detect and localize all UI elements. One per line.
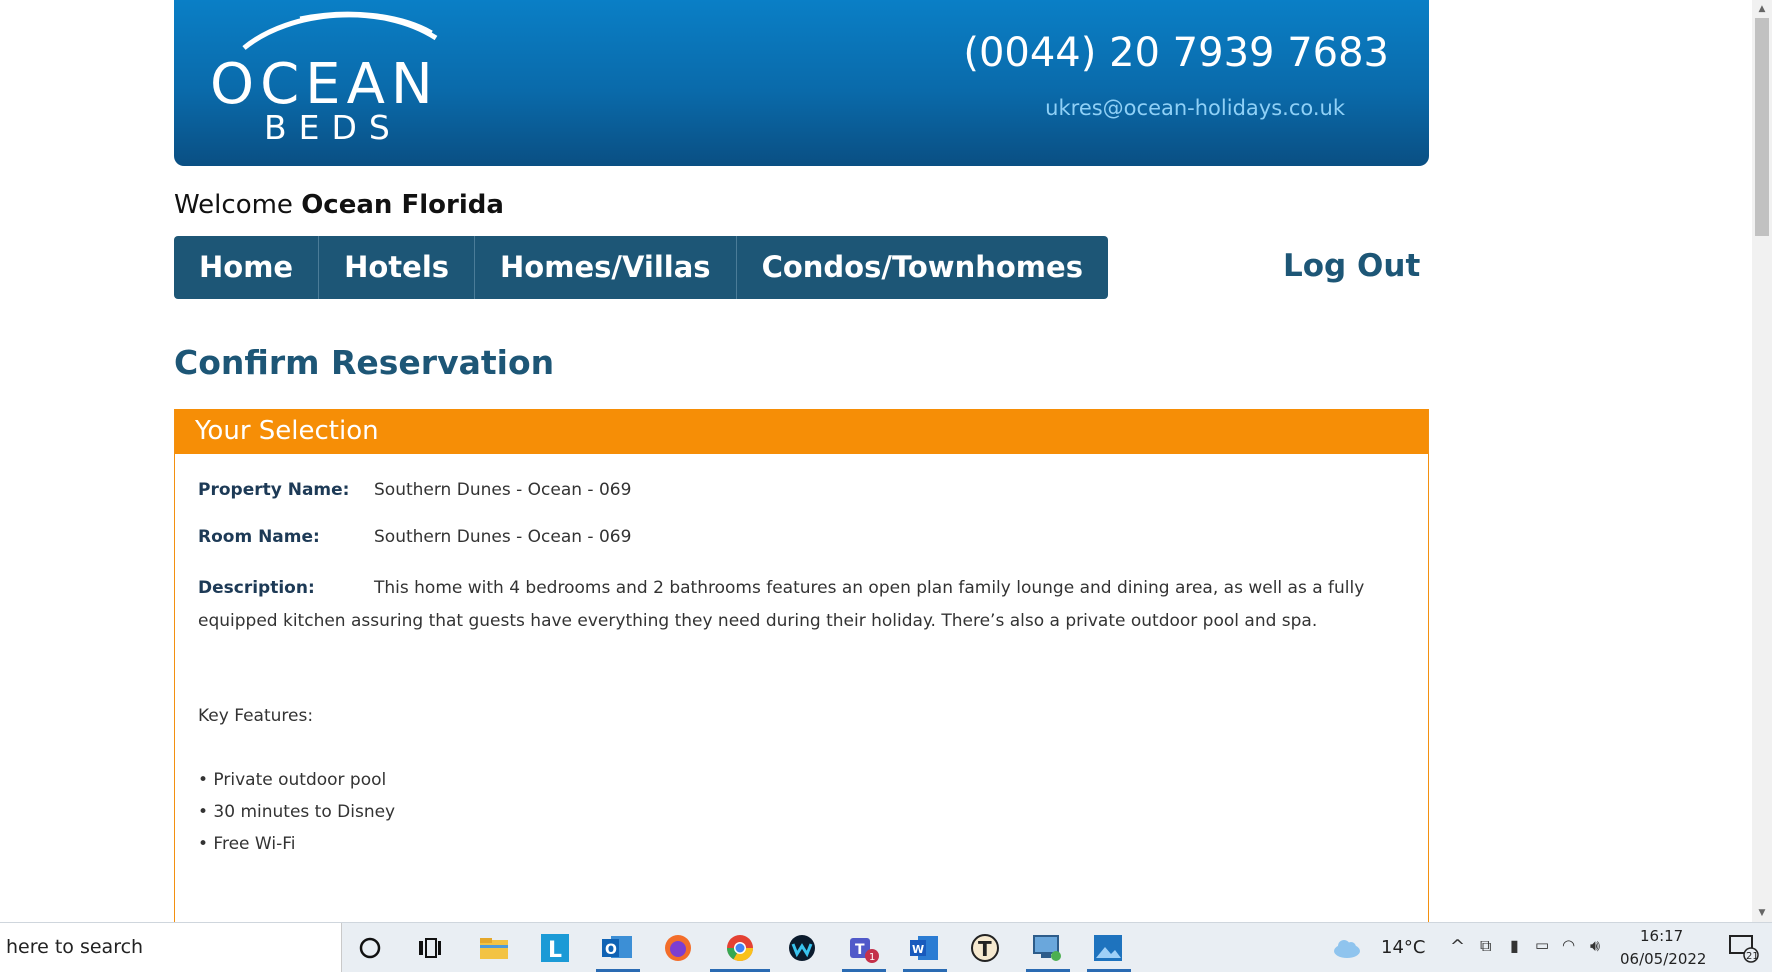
notifications-icon[interactable]: 21 xyxy=(1726,931,1760,965)
task-view-icon[interactable] xyxy=(413,931,447,965)
scroll-up-arrow-icon[interactable]: ▲ xyxy=(1752,0,1772,18)
t-app-icon[interactable]: T xyxy=(968,931,1002,965)
nav-homes-villas[interactable]: Homes/Villas xyxy=(475,236,737,299)
teams-icon[interactable]: T1 xyxy=(846,931,880,965)
page-title: Confirm Reservation xyxy=(174,343,555,382)
room-name-row: Room Name: Southern Dunes - Ocean - 069 xyxy=(198,527,631,547)
photos-icon[interactable] xyxy=(1091,931,1125,965)
outlook-icon[interactable]: O xyxy=(600,931,634,965)
microphone-icon[interactable]: ▮ xyxy=(1510,936,1519,955)
remote-desktop-icon[interactable] xyxy=(1030,931,1064,965)
contact-email-link[interactable]: ukres@ocean-holidays.co.uk xyxy=(1045,96,1345,120)
l-app-icon[interactable]: L xyxy=(538,931,572,965)
selection-panel: Your Selection Property Name: Southern Du… xyxy=(174,409,1429,922)
feature-item: • Private outdoor pool xyxy=(198,770,387,790)
description-label: Description: xyxy=(198,578,315,598)
browser-viewport: OCEAN BEDS (0044) 20 7939 7683 ukres@oce… xyxy=(0,0,1752,922)
nav-condos-townhomes[interactable]: Condos/Townhomes xyxy=(737,236,1108,299)
cortana-icon[interactable] xyxy=(353,931,387,965)
feature-item: • Free Wi-Fi xyxy=(198,834,296,854)
webex-icon[interactable] xyxy=(785,931,819,965)
svg-text:T: T xyxy=(978,937,992,961)
volume-icon[interactable]: 🔊︎ xyxy=(1590,936,1600,956)
logout-link[interactable]: Log Out xyxy=(1283,248,1420,284)
welcome-message: Welcome Ocean Florida xyxy=(174,190,504,220)
meet-now-icon[interactable]: ⧉ xyxy=(1480,936,1491,956)
nav-home[interactable]: Home xyxy=(174,236,320,299)
feature-item: • 30 minutes to Disney xyxy=(198,802,396,822)
word-icon[interactable]: W xyxy=(907,931,941,965)
svg-text:O: O xyxy=(605,942,617,958)
svg-text:W: W xyxy=(912,943,924,956)
property-name-row: Property Name: Southern Dunes - Ocean - 0… xyxy=(198,480,631,500)
contact-phone: (0044) 20 7939 7683 xyxy=(963,30,1389,76)
taskbar-search-text: here to search xyxy=(6,936,144,958)
nav-hotels[interactable]: Hotels xyxy=(319,236,476,299)
selection-panel-heading: Your Selection xyxy=(175,409,1428,454)
clock-time[interactable]: 16:17 xyxy=(1640,927,1683,945)
scrollbar-thumb[interactable] xyxy=(1755,18,1769,236)
file-explorer-icon[interactable] xyxy=(477,931,511,965)
weather-cloud-icon[interactable] xyxy=(1330,931,1364,965)
scroll-down-arrow-icon[interactable]: ▼ xyxy=(1752,904,1772,922)
site-header: OCEAN BEDS (0044) 20 7939 7683 ukres@oce… xyxy=(174,0,1429,166)
notifications-count: 21 xyxy=(1746,951,1759,962)
weather-temperature[interactable]: 14°C xyxy=(1381,937,1425,958)
chrome-icon[interactable] xyxy=(723,931,757,965)
property-name-value: Southern Dunes - Ocean - 069 xyxy=(374,480,632,500)
show-hidden-icons-chevron-icon[interactable]: ^ xyxy=(1450,936,1465,957)
firefox-icon[interactable] xyxy=(661,931,695,965)
wifi-icon[interactable]: ◠ xyxy=(1562,936,1575,954)
svg-text:T: T xyxy=(855,942,865,958)
main-nav: Home Hotels Homes/Villas Condos/Townhome… xyxy=(174,236,1108,299)
battery-icon[interactable]: ▭ xyxy=(1535,936,1549,954)
property-name-label: Property Name: xyxy=(198,480,350,500)
welcome-username: Ocean Florida xyxy=(301,190,504,220)
room-name-value: Southern Dunes - Ocean - 069 xyxy=(374,527,632,547)
windows-taskbar: here to search L O T1 W T 14°C ^ ⧉ ▮ ▭ ◠… xyxy=(0,922,1772,972)
page-scrollbar[interactable]: ▲ ▼ xyxy=(1752,0,1772,922)
clock-date[interactable]: 06/05/2022 xyxy=(1620,950,1706,968)
svg-text:L: L xyxy=(548,938,562,963)
teams-badge-count: 1 xyxy=(869,952,875,963)
room-name-label: Room Name: xyxy=(198,527,320,547)
taskbar-search-box[interactable]: here to search xyxy=(0,923,342,972)
welcome-prefix: Welcome xyxy=(174,190,293,220)
description-row: Description: This home with 4 bedrooms an… xyxy=(198,572,1408,638)
logo-wave-icon xyxy=(242,11,438,50)
logo-text-beds: BEDS xyxy=(264,108,402,147)
ocean-beds-logo[interactable]: OCEAN BEDS xyxy=(210,4,450,147)
key-features-title: Key Features: xyxy=(198,706,314,726)
